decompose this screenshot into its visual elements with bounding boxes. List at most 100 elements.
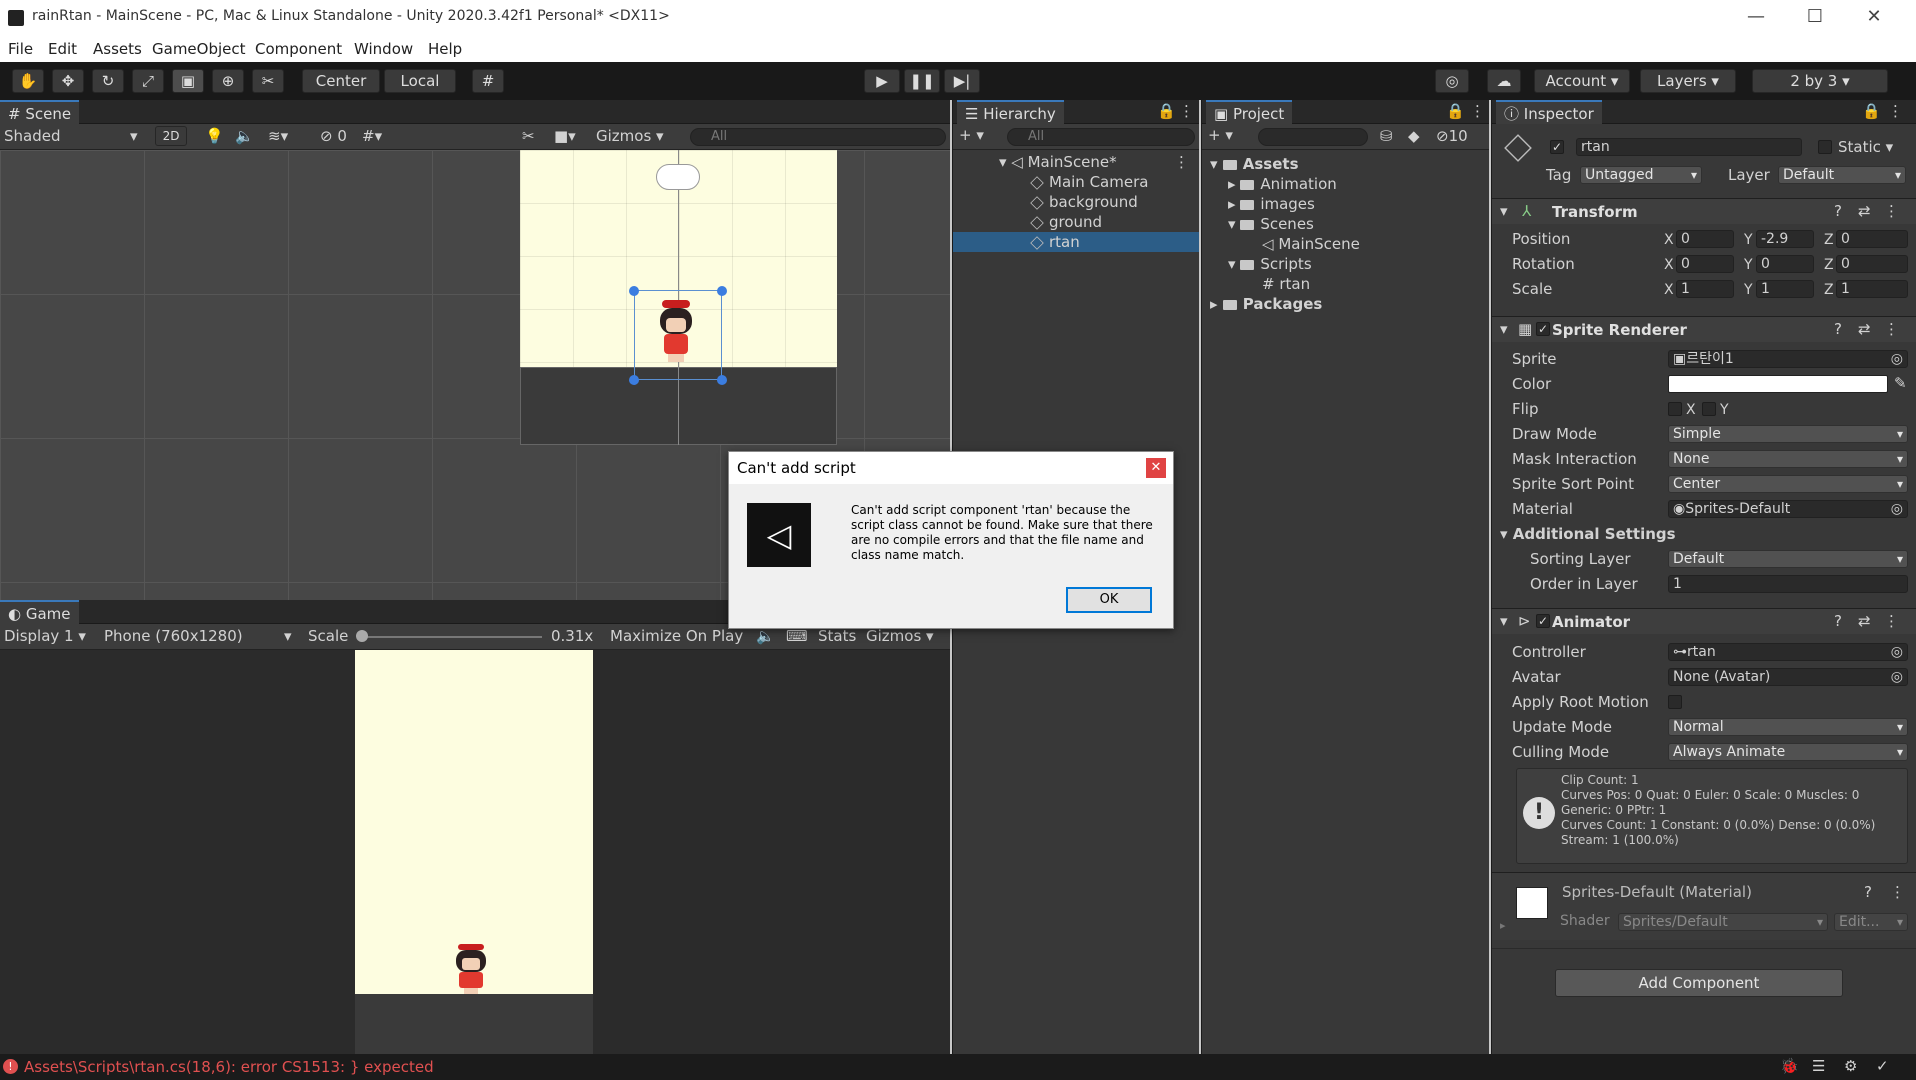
controller-field[interactable]: ⊶rtan ◎ [1668,643,1908,661]
static-dropdown[interactable]: Static ▾ [1838,138,1893,156]
material-field[interactable]: ◉Sprites-Default ◎ [1668,500,1908,518]
project-scenes-folder[interactable]: ▾ Scenes [1202,214,1489,234]
rotation-y-field[interactable]: 0 [1756,255,1814,273]
component-menu-icon[interactable]: ⋮ [1884,612,1899,630]
mask-interaction-dropdown[interactable]: None [1668,450,1908,468]
hierarchy-scene-row[interactable]: ▾ ◁ MainScene* ⋮ [953,152,1199,172]
help-icon[interactable]: ? [1834,612,1842,630]
flip-x-checkbox[interactable] [1668,402,1682,416]
flip-y-checkbox[interactable] [1702,402,1716,416]
grid-snap-icon[interactable]: # [472,69,504,93]
pivot-local-button[interactable]: Local [384,69,456,93]
menu-help[interactable]: Help [428,40,462,58]
dialog-close-button[interactable]: ✕ [1146,458,1166,478]
culling-mode-dropdown[interactable]: Always Animate [1668,743,1908,761]
hierarchy-item-ground[interactable]: ground [953,212,1199,232]
hierarchy-menu-icon[interactable]: ⋮ [1179,102,1194,120]
mode-2d-button[interactable]: 2D [155,126,187,146]
scale-tool-icon[interactable]: ⤢ [132,69,164,93]
camera-icon[interactable]: ■▾ [554,127,576,145]
account-dropdown[interactable]: Account ▾ [1534,69,1630,93]
minimize-button[interactable]: — [1727,2,1785,32]
object-picker-icon[interactable]: ◎ [1891,351,1903,367]
project-scripts-folder[interactable]: ▾ Scripts [1202,254,1489,274]
rect-tool-icon[interactable]: ▣ [172,69,204,93]
scale-z-field[interactable]: 1 [1836,280,1908,298]
hierarchy-item-background[interactable]: background [953,192,1199,212]
step-button[interactable]: ▶| [944,69,980,93]
progress-icon[interactable]: ☰ [1812,1057,1825,1075]
help-icon[interactable]: ? [1834,202,1842,220]
sort-point-dropdown[interactable]: Center [1668,475,1908,493]
help-icon[interactable]: ? [1834,320,1842,338]
help-icon[interactable]: ? [1864,883,1872,901]
animator-enabled-checkbox[interactable]: ✓ [1536,614,1550,628]
project-mainscene-asset[interactable]: ◁ MainScene [1202,234,1489,254]
pause-button[interactable]: ❚❚ [904,69,940,93]
inspector-menu-icon[interactable]: ⋮ [1888,102,1903,120]
color-swatch[interactable] [1668,375,1888,393]
preset-icon[interactable]: ⇄ [1858,202,1871,220]
component-menu-icon[interactable]: ⋮ [1890,883,1905,901]
project-search-input[interactable] [1258,128,1368,146]
grid-icon[interactable]: #▾ [362,127,382,145]
avatar-field[interactable]: None (Avatar) ◎ [1668,668,1908,686]
move-tool-icon[interactable]: ✥ [52,69,84,93]
shading-chevron-icon[interactable]: ▾ [130,127,138,145]
resolution-dropdown[interactable]: Phone (760x1280) [104,627,243,645]
sorting-layer-dropdown[interactable]: Default [1668,550,1908,568]
preset-icon[interactable]: ⇄ [1858,320,1871,338]
tab-project[interactable]: ▣ Project [1206,100,1293,124]
order-in-layer-field[interactable]: 1 [1668,575,1908,593]
effects-icon[interactable]: ≋▾ [268,127,288,145]
shading-mode-dropdown[interactable]: Shaded [4,127,61,145]
auto-generate-lighting-icon[interactable]: ⚙ [1844,1057,1857,1075]
scale-y-field[interactable]: 1 [1756,280,1814,298]
menu-file[interactable]: File [8,40,33,58]
debug-mode-icon[interactable]: 🐞 [1780,1057,1799,1075]
draw-mode-dropdown[interactable]: Simple [1668,425,1908,443]
transform-header[interactable]: ▾ ⅄ Transform ? ⇄ ⋮ [1492,198,1916,224]
gameobject-name-field[interactable]: rtan [1576,138,1802,156]
static-checkbox[interactable] [1818,140,1832,154]
custom-tool-icon[interactable]: ✂ [252,69,284,93]
scene-search-input[interactable]: All [690,128,946,146]
project-rtan-script[interactable]: # rtan [1202,274,1489,294]
add-component-button[interactable]: Add Component [1555,969,1843,997]
status-check-icon[interactable]: ✓ [1876,1057,1889,1075]
audio-icon[interactable]: 🔈 [235,127,254,145]
scale-x-field[interactable]: 1 [1676,280,1734,298]
rotation-z-field[interactable]: 0 [1836,255,1908,273]
project-packages-folder[interactable]: ▸ Packages [1202,294,1489,314]
hidden-count[interactable]: ⊘ 0 [320,127,347,145]
object-picker-icon[interactable]: ◎ [1891,669,1903,685]
transform-tool-icon[interactable]: ⊕ [212,69,244,93]
scale-slider-thumb[interactable] [356,630,368,642]
stats-toggle[interactable]: Stats [818,627,856,645]
preset-icon[interactable]: ⇄ [1858,612,1871,630]
hierarchy-item-rtan[interactable]: rtan [953,232,1199,252]
scene-menu-icon[interactable]: ⋮ [1174,152,1189,172]
close-window-button[interactable]: ✕ [1845,2,1903,32]
search-by-type-icon[interactable]: ⛁ [1380,127,1393,145]
game-viewport[interactable] [0,650,950,1054]
project-animation-folder[interactable]: ▸ Animation [1202,174,1489,194]
component-menu-icon[interactable]: ⋮ [1884,320,1899,338]
inspector-lock-icon[interactable]: 🔒 [1862,102,1881,120]
rect-handle-br[interactable] [717,375,727,385]
tab-game[interactable]: ◐ Game [0,600,79,624]
menu-window[interactable]: Window [354,40,413,58]
project-add-button[interactable]: + ▾ [1208,126,1233,144]
animator-header[interactable]: ▾ ⊳ ✓ Animator ? ⇄ ⋮ [1492,608,1916,634]
rect-handle-bl[interactable] [629,375,639,385]
lighting-icon[interactable]: 💡 [205,127,224,145]
hand-tool-icon[interactable]: ✋ [12,69,44,93]
display-dropdown[interactable]: Display 1 ▾ [4,627,86,645]
menu-gameobject[interactable]: GameObject [152,40,246,58]
dialog-ok-button[interactable]: OK [1066,587,1152,613]
shader-edit-button[interactable]: Edit... [1834,913,1908,931]
gizmos-dropdown[interactable]: Gizmos ▾ [596,127,664,145]
project-images-folder[interactable]: ▸ images [1202,194,1489,214]
object-picker-icon[interactable]: ◎ [1891,644,1903,660]
shader-dropdown[interactable]: Sprites/Default [1618,913,1828,931]
